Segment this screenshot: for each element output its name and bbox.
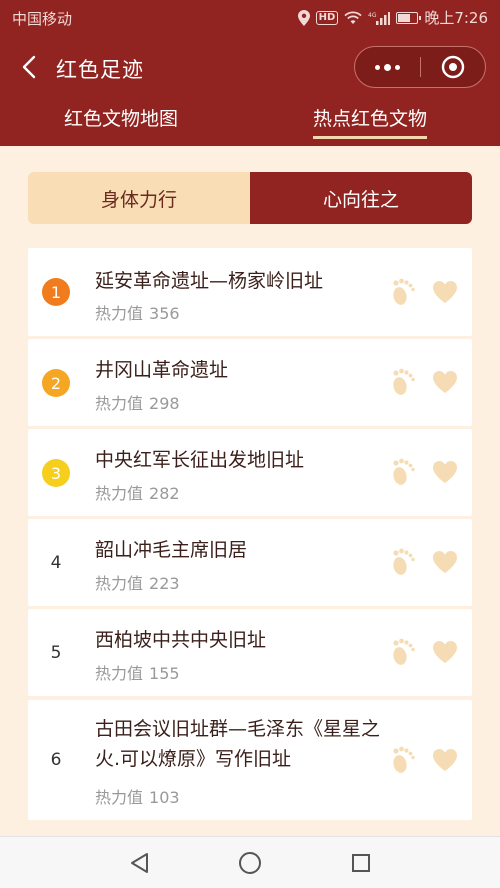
heart-icon: [433, 371, 457, 393]
favorite-button[interactable]: [430, 637, 460, 667]
favorite-button[interactable]: [430, 745, 460, 775]
top-header: 中国移动 HD 4G 晚上7:26 红色足迹 红色文物地图 热点红色文物: [0, 0, 500, 146]
rank-number: 2: [42, 369, 70, 397]
status-bar: 中国移动 HD 4G 晚上7:26: [0, 0, 500, 36]
heat-number: 298: [149, 394, 180, 413]
heart-icon: [433, 281, 457, 303]
more-button[interactable]: [355, 47, 419, 87]
heat-label: 热力值: [95, 574, 144, 593]
heat-value: 热力值 223: [95, 570, 180, 594]
footprint-button[interactable]: [388, 637, 418, 667]
hd-badge: HD: [315, 10, 339, 25]
signal-icon: 4G: [368, 11, 391, 25]
favorite-button[interactable]: [430, 367, 460, 397]
item-title: 西柏坡中共中央旧址: [95, 629, 267, 651]
close-mini-program-button[interactable]: [421, 47, 485, 87]
square-recents-icon: [352, 854, 370, 872]
heat-label: 热力值: [95, 484, 144, 503]
wifi-icon: [344, 11, 362, 25]
heat-value: 热力值 298: [95, 390, 180, 414]
heart-icon: [433, 641, 457, 663]
target-circle-icon: [441, 55, 465, 79]
top-tabs: 红色文物地图 热点红色文物: [0, 96, 500, 146]
tab-hot-relics[interactable]: 热点红色文物: [313, 104, 428, 139]
heat-value: 热力值 356: [95, 300, 180, 324]
nav-bar: 红色足迹: [0, 40, 500, 96]
item-title: 延安革命遗址—杨家岭旧址: [95, 270, 324, 292]
heart-icon: [433, 461, 457, 483]
carrier-label: 中国移动: [12, 10, 73, 28]
list-item[interactable]: 4 韶山冲毛主席旧居 热力值 223: [28, 519, 472, 606]
favorite-button[interactable]: [430, 457, 460, 487]
footprint-icon: [393, 548, 415, 575]
footprint-button[interactable]: [388, 745, 418, 775]
footprint-button[interactable]: [388, 367, 418, 397]
footprint-icon: [393, 368, 415, 395]
rank-number: 6: [50, 750, 62, 770]
heat-number: 223: [149, 574, 180, 593]
network-type: 4G: [368, 12, 377, 19]
heat-value: 热力值 103: [95, 784, 180, 808]
heat-number: 356: [149, 304, 180, 323]
heat-number: 155: [149, 664, 180, 683]
rank-number: 4: [50, 553, 62, 573]
status-icons: HD 4G 晚上7:26: [297, 7, 488, 28]
heat-label: 热力值: [95, 304, 144, 323]
chevron-left-icon: [22, 55, 36, 79]
heart-icon: [433, 749, 457, 771]
heat-value: 热力值 282: [95, 480, 180, 504]
heat-value: 热力值 155: [95, 660, 180, 684]
heat-number: 103: [149, 788, 180, 807]
more-dots-icon: [373, 63, 402, 71]
list-item[interactable]: 6 古田会议旧址群—毛泽东《星星之火.可以燎原》写作旧址热力值 103: [28, 700, 472, 820]
item-title: 中央红军长征出发地旧址: [95, 449, 305, 471]
system-back-button[interactable]: [126, 850, 152, 876]
triangle-back-icon: [131, 853, 148, 873]
segment-visited[interactable]: 身体力行: [28, 172, 250, 224]
favorite-button[interactable]: [430, 547, 460, 577]
item-title: 井冈山革命遗址: [95, 359, 229, 381]
location-icon: [297, 9, 310, 26]
segment-wishlist[interactable]: 心向往之: [250, 172, 472, 224]
system-nav-bar: [0, 836, 500, 888]
footprint-icon: [393, 746, 415, 773]
clock: 晚上7:26: [424, 9, 488, 27]
item-title: 韶山冲毛主席旧居: [95, 539, 248, 561]
back-button[interactable]: [14, 52, 44, 82]
heart-icon: [433, 551, 457, 573]
page-title: 红色足迹: [56, 58, 144, 82]
list-item[interactable]: 5 西柏坡中共中央旧址 热力值 155: [28, 609, 472, 696]
segment-control: 身体力行 心向往之: [28, 172, 472, 224]
rank-number: 5: [50, 643, 62, 663]
footprint-icon: [393, 458, 415, 485]
heat-label: 热力值: [95, 664, 144, 683]
footprint-button[interactable]: [388, 457, 418, 487]
item-title: 古田会议旧址群—毛泽东《星星之火.可以燎原》写作旧址: [95, 718, 381, 770]
list-item[interactable]: 3 中央红军长征出发地旧址 热力值 282: [28, 429, 472, 516]
heat-number: 282: [149, 484, 180, 503]
battery-icon: [396, 11, 422, 24]
heat-label: 热力值: [95, 788, 144, 807]
heat-label: 热力值: [95, 394, 144, 413]
circle-home-icon: [239, 852, 261, 874]
list-item[interactable]: 2 井冈山革命遗址 热力值 298: [28, 339, 472, 426]
mini-program-capsule: [354, 46, 486, 88]
system-home-button[interactable]: [237, 850, 263, 876]
rank-number: 1: [42, 278, 70, 306]
footprint-button[interactable]: [388, 277, 418, 307]
favorite-button[interactable]: [430, 277, 460, 307]
footprint-icon: [393, 278, 415, 305]
footprint-button[interactable]: [388, 547, 418, 577]
tab-relic-map[interactable]: 红色文物地图: [64, 104, 178, 131]
rank-number: 3: [42, 459, 70, 487]
footprint-icon: [393, 638, 415, 665]
list-item[interactable]: 1 延安革命遗址—杨家岭旧址 热力值 356: [28, 248, 472, 336]
system-recents-button[interactable]: [348, 850, 374, 876]
